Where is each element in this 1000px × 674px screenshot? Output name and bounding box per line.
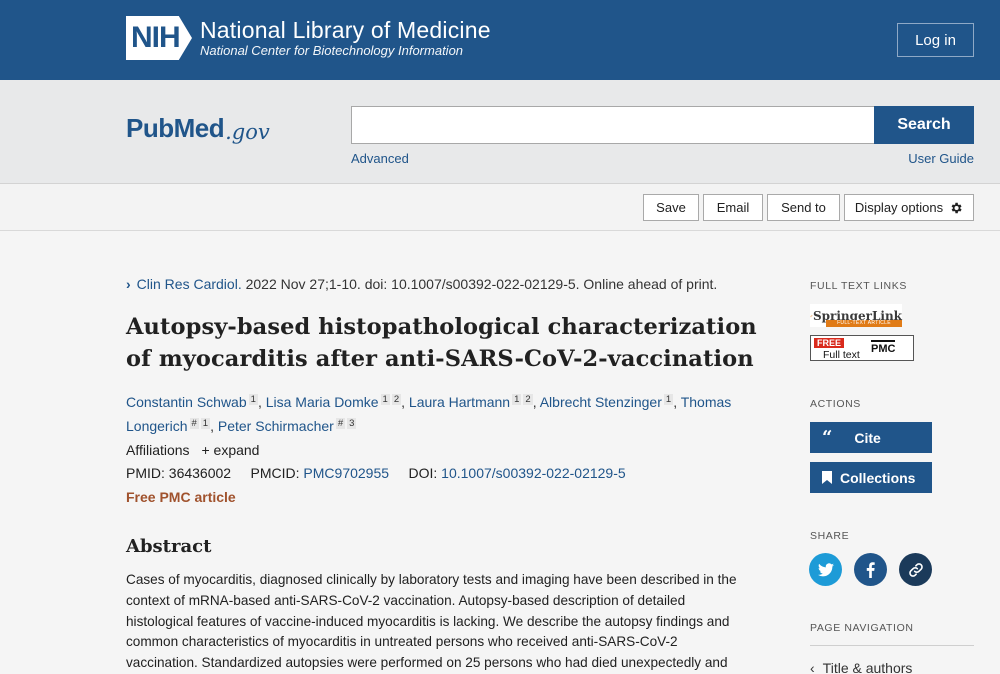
email-button[interactable]: Email (703, 194, 763, 221)
login-button[interactable]: Log in (897, 23, 974, 57)
full-text-links-heading: FULL TEXT LINKS (810, 280, 907, 292)
article-toolbar: Save Email Send to Display options (0, 184, 1000, 231)
author-link[interactable]: Albrecht Stenzinger (540, 394, 662, 410)
pmid-label: PMID: (126, 465, 165, 481)
user-guide-link[interactable]: User Guide (908, 151, 974, 166)
collections-label: Collections (840, 469, 916, 486)
springerlink-link[interactable]: SpringerLink FULL-TEXT ARTICLE (810, 304, 902, 327)
article-main: › Clin Res Cardiol. 2022 Nov 27;1-10. doi… (0, 231, 1000, 674)
expand-affiliations-button[interactable]: + expand (201, 442, 259, 458)
pmc-full-text-label: Full text (823, 349, 860, 361)
display-options-label: Display options (854, 200, 944, 215)
twitter-share-button[interactable] (809, 553, 842, 586)
author-link[interactable]: Constantin Schwab (126, 394, 247, 410)
pmc-logo: PMC (871, 340, 896, 355)
page-navigation-heading: PAGE NAVIGATION (810, 622, 914, 634)
chevron-right-icon[interactable]: › (126, 276, 131, 292)
collections-button[interactable]: Collections (810, 462, 932, 493)
affiliations-label: Affiliations (126, 442, 190, 458)
save-button[interactable]: Save (643, 194, 699, 221)
journal-link[interactable]: Clin Res Cardiol. (137, 276, 242, 292)
permalink-share-button[interactable] (899, 553, 932, 586)
affiliation-ref[interactable]: 1 (380, 394, 390, 405)
affiliation-ref[interactable]: 3 (347, 418, 357, 429)
pubmed-logo[interactable]: Pub Med .gov (126, 104, 270, 144)
logo-gov: .gov (225, 120, 270, 144)
cite-button[interactable]: “ Cite (810, 422, 932, 453)
abstract-heading: Abstract (126, 536, 212, 557)
affiliation-ref[interactable]: 2 (391, 394, 402, 405)
affiliation-ref[interactable]: 2 (523, 394, 533, 405)
cite-label: Cite (854, 429, 881, 446)
logo-med: Med (173, 113, 225, 143)
affiliation-ref[interactable]: 1 (663, 394, 674, 405)
pmcid-label: PMCID: (250, 465, 300, 481)
nih-text: National Library of Medicine National Ce… (200, 17, 491, 59)
page-nav-title-authors[interactable]: ‹ Title & authors (810, 660, 912, 674)
nih-header: NIH National Library of Medicine Nationa… (0, 0, 1000, 80)
author-link[interactable]: Lisa Maria Domke (266, 394, 379, 410)
affiliation-ref[interactable]: 1 (512, 394, 522, 405)
identifiers-row: PMID: 36436002 PMCID: PMC9702955 DOI: 10… (126, 465, 626, 481)
pmc-full-text-link[interactable]: FREE Full text PMC (810, 335, 914, 361)
advanced-search-link[interactable]: Advanced (351, 151, 409, 166)
citation-line: › Clin Res Cardiol. 2022 Nov 27;1-10. doi… (126, 276, 717, 292)
affiliations-row: Affiliations + expand (126, 442, 259, 458)
search-input[interactable] (351, 106, 875, 144)
affiliation-ref[interactable]: # (189, 418, 199, 429)
free-pmc-badge: Free PMC article (126, 489, 236, 505)
nih-subtitle: National Center for Biotechnology Inform… (200, 43, 464, 58)
nih-mark: NIH (126, 16, 192, 60)
abstract-text: Cases of myocarditis, diagnosed clinical… (126, 572, 737, 671)
search-button[interactable]: Search (874, 106, 974, 144)
pmcid-link[interactable]: PMC9702955 (303, 465, 389, 481)
affiliation-ref[interactable]: 1 (248, 394, 258, 405)
quote-icon: “ (822, 426, 833, 448)
pmid-value: 36436002 (168, 465, 232, 481)
expand-label: expand (213, 442, 260, 458)
logo-pub: Pub (126, 113, 174, 143)
nih-title: National Library of Medicine (200, 17, 491, 43)
bookmark-icon (822, 471, 832, 484)
article-title: Autopsy-based histopathological characte… (126, 314, 757, 372)
author-link[interactable]: Laura Hartmann (409, 394, 510, 410)
display-options-button[interactable]: Display options (844, 194, 974, 221)
citation-details: 2022 Nov 27;1-10. doi: 10.1007/s00392-02… (241, 276, 718, 292)
search-band: Pub Med .gov Search Advanced User Guide (0, 80, 1000, 184)
page-nav-divider (810, 645, 974, 646)
nih-logo[interactable]: NIH National Library of Medicine Nationa… (126, 16, 491, 60)
springerlink-subtitle: FULL-TEXT ARTICLE (826, 320, 902, 327)
facebook-share-button[interactable] (854, 553, 887, 586)
facebook-icon (866, 561, 875, 578)
doi-label: DOI: (408, 465, 438, 481)
author-list: Constantin Schwab 1, Lisa Maria Domke 1 2, … (126, 394, 732, 434)
send-to-button[interactable]: Send to (767, 194, 840, 221)
chevron-left-icon: ‹ (810, 660, 815, 674)
twitter-icon (817, 562, 834, 576)
actions-heading: ACTIONS (810, 398, 861, 410)
share-heading: SHARE (810, 530, 850, 542)
affiliation-ref[interactable]: # (335, 418, 346, 429)
pmc-free-tag: FREE (814, 338, 845, 348)
author-link[interactable]: Peter Schirmacher (218, 418, 334, 434)
doi-link[interactable]: 10.1007/s00392-022-02129-5 (441, 465, 626, 481)
page-nav-item-label: Title & authors (822, 660, 913, 674)
plus-icon: + (201, 442, 214, 458)
affiliation-ref[interactable]: 1 (200, 418, 211, 429)
link-icon (908, 562, 923, 577)
gear-icon (951, 202, 962, 213)
